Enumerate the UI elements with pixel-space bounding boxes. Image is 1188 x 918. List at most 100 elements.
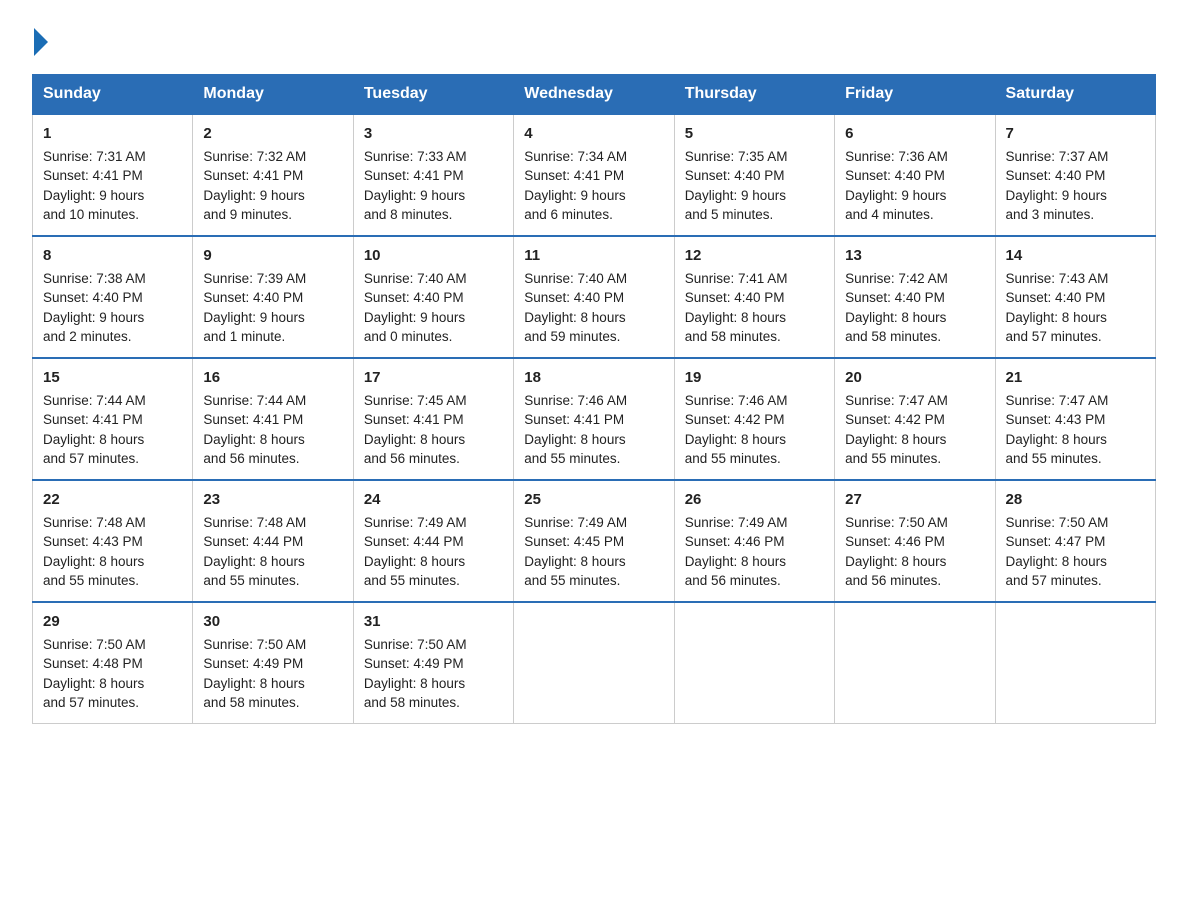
day-detail: Sunset: 4:43 PM [1006, 410, 1145, 430]
day-number: 1 [43, 123, 182, 145]
calendar-cell [514, 602, 674, 724]
calendar-cell: 20Sunrise: 7:47 AMSunset: 4:42 PMDayligh… [835, 358, 995, 480]
day-detail: Daylight: 9 hours [203, 308, 342, 328]
day-detail: Sunset: 4:40 PM [524, 288, 663, 308]
day-detail: Daylight: 8 hours [1006, 430, 1145, 450]
day-detail: and 3 minutes. [1006, 205, 1145, 225]
day-detail: and 56 minutes. [685, 571, 824, 591]
day-detail: Daylight: 8 hours [43, 430, 182, 450]
day-detail: Sunset: 4:40 PM [845, 166, 984, 186]
day-detail: Sunrise: 7:40 AM [364, 269, 503, 289]
day-detail: Sunset: 4:40 PM [1006, 288, 1145, 308]
day-number: 24 [364, 489, 503, 511]
day-detail: and 55 minutes. [1006, 449, 1145, 469]
day-number: 25 [524, 489, 663, 511]
day-detail: and 58 minutes. [685, 327, 824, 347]
calendar-cell: 15Sunrise: 7:44 AMSunset: 4:41 PMDayligh… [33, 358, 193, 480]
day-detail: Sunset: 4:42 PM [685, 410, 824, 430]
day-detail: Daylight: 9 hours [1006, 186, 1145, 206]
day-number: 11 [524, 245, 663, 267]
day-detail: Sunrise: 7:49 AM [524, 513, 663, 533]
calendar-cell: 28Sunrise: 7:50 AMSunset: 4:47 PMDayligh… [995, 480, 1155, 602]
calendar-table: SundayMondayTuesdayWednesdayThursdayFrid… [32, 74, 1156, 724]
day-number: 10 [364, 245, 503, 267]
day-detail: Sunrise: 7:37 AM [1006, 147, 1145, 167]
day-detail: Sunrise: 7:47 AM [845, 391, 984, 411]
day-detail: Daylight: 8 hours [203, 430, 342, 450]
day-detail: and 6 minutes. [524, 205, 663, 225]
day-detail: Sunrise: 7:33 AM [364, 147, 503, 167]
day-number: 4 [524, 123, 663, 145]
day-detail: Sunrise: 7:46 AM [524, 391, 663, 411]
day-detail: and 56 minutes. [364, 449, 503, 469]
day-detail: Daylight: 8 hours [524, 308, 663, 328]
calendar-cell: 26Sunrise: 7:49 AMSunset: 4:46 PMDayligh… [674, 480, 834, 602]
day-detail: and 55 minutes. [203, 571, 342, 591]
day-number: 7 [1006, 123, 1145, 145]
col-header-tuesday: Tuesday [353, 75, 513, 115]
day-detail: Sunrise: 7:50 AM [203, 635, 342, 655]
day-detail: Sunrise: 7:50 AM [1006, 513, 1145, 533]
col-header-saturday: Saturday [995, 75, 1155, 115]
calendar-cell: 29Sunrise: 7:50 AMSunset: 4:48 PMDayligh… [33, 602, 193, 724]
day-detail: Daylight: 8 hours [685, 552, 824, 572]
day-detail: Sunrise: 7:48 AM [43, 513, 182, 533]
day-detail: Daylight: 8 hours [364, 430, 503, 450]
day-number: 18 [524, 367, 663, 389]
day-detail: and 55 minutes. [524, 449, 663, 469]
day-detail: Sunset: 4:41 PM [364, 166, 503, 186]
day-detail: Daylight: 8 hours [845, 430, 984, 450]
day-detail: and 1 minute. [203, 327, 342, 347]
day-number: 9 [203, 245, 342, 267]
week-row: 22Sunrise: 7:48 AMSunset: 4:43 PMDayligh… [33, 480, 1156, 602]
day-detail: Sunset: 4:49 PM [364, 654, 503, 674]
day-number: 23 [203, 489, 342, 511]
day-detail: Daylight: 9 hours [364, 308, 503, 328]
day-detail: Sunset: 4:48 PM [43, 654, 182, 674]
day-number: 14 [1006, 245, 1145, 267]
week-row: 29Sunrise: 7:50 AMSunset: 4:48 PMDayligh… [33, 602, 1156, 724]
day-detail: Daylight: 8 hours [364, 552, 503, 572]
day-detail: and 9 minutes. [203, 205, 342, 225]
calendar-cell: 2Sunrise: 7:32 AMSunset: 4:41 PMDaylight… [193, 114, 353, 236]
calendar-cell: 10Sunrise: 7:40 AMSunset: 4:40 PMDayligh… [353, 236, 513, 358]
header [32, 24, 1156, 56]
day-detail: Daylight: 9 hours [685, 186, 824, 206]
day-detail: Daylight: 9 hours [845, 186, 984, 206]
day-detail: Daylight: 9 hours [364, 186, 503, 206]
day-number: 15 [43, 367, 182, 389]
calendar-cell: 1Sunrise: 7:31 AMSunset: 4:41 PMDaylight… [33, 114, 193, 236]
day-detail: Sunset: 4:49 PM [203, 654, 342, 674]
calendar-cell: 14Sunrise: 7:43 AMSunset: 4:40 PMDayligh… [995, 236, 1155, 358]
day-number: 13 [845, 245, 984, 267]
col-header-friday: Friday [835, 75, 995, 115]
day-detail: Sunset: 4:41 PM [203, 166, 342, 186]
day-number: 30 [203, 611, 342, 633]
logo [32, 24, 48, 56]
day-detail: Sunset: 4:41 PM [43, 410, 182, 430]
day-detail: Sunset: 4:42 PM [845, 410, 984, 430]
day-detail: Sunrise: 7:45 AM [364, 391, 503, 411]
day-detail: Daylight: 8 hours [845, 308, 984, 328]
col-header-sunday: Sunday [33, 75, 193, 115]
calendar-cell: 27Sunrise: 7:50 AMSunset: 4:46 PMDayligh… [835, 480, 995, 602]
day-detail: and 8 minutes. [364, 205, 503, 225]
calendar-cell: 16Sunrise: 7:44 AMSunset: 4:41 PMDayligh… [193, 358, 353, 480]
day-detail: Daylight: 8 hours [43, 674, 182, 694]
logo-triangle-icon [34, 28, 48, 56]
day-detail: Sunset: 4:40 PM [203, 288, 342, 308]
day-detail: Sunrise: 7:50 AM [845, 513, 984, 533]
col-header-thursday: Thursday [674, 75, 834, 115]
day-detail: Sunset: 4:41 PM [364, 410, 503, 430]
calendar-cell: 9Sunrise: 7:39 AMSunset: 4:40 PMDaylight… [193, 236, 353, 358]
day-number: 16 [203, 367, 342, 389]
day-detail: Sunset: 4:43 PM [43, 532, 182, 552]
calendar-cell: 7Sunrise: 7:37 AMSunset: 4:40 PMDaylight… [995, 114, 1155, 236]
day-number: 5 [685, 123, 824, 145]
day-detail: and 56 minutes. [203, 449, 342, 469]
week-row: 8Sunrise: 7:38 AMSunset: 4:40 PMDaylight… [33, 236, 1156, 358]
day-detail: Daylight: 8 hours [845, 552, 984, 572]
day-detail: Sunrise: 7:32 AM [203, 147, 342, 167]
day-detail: and 58 minutes. [845, 327, 984, 347]
day-detail: and 59 minutes. [524, 327, 663, 347]
